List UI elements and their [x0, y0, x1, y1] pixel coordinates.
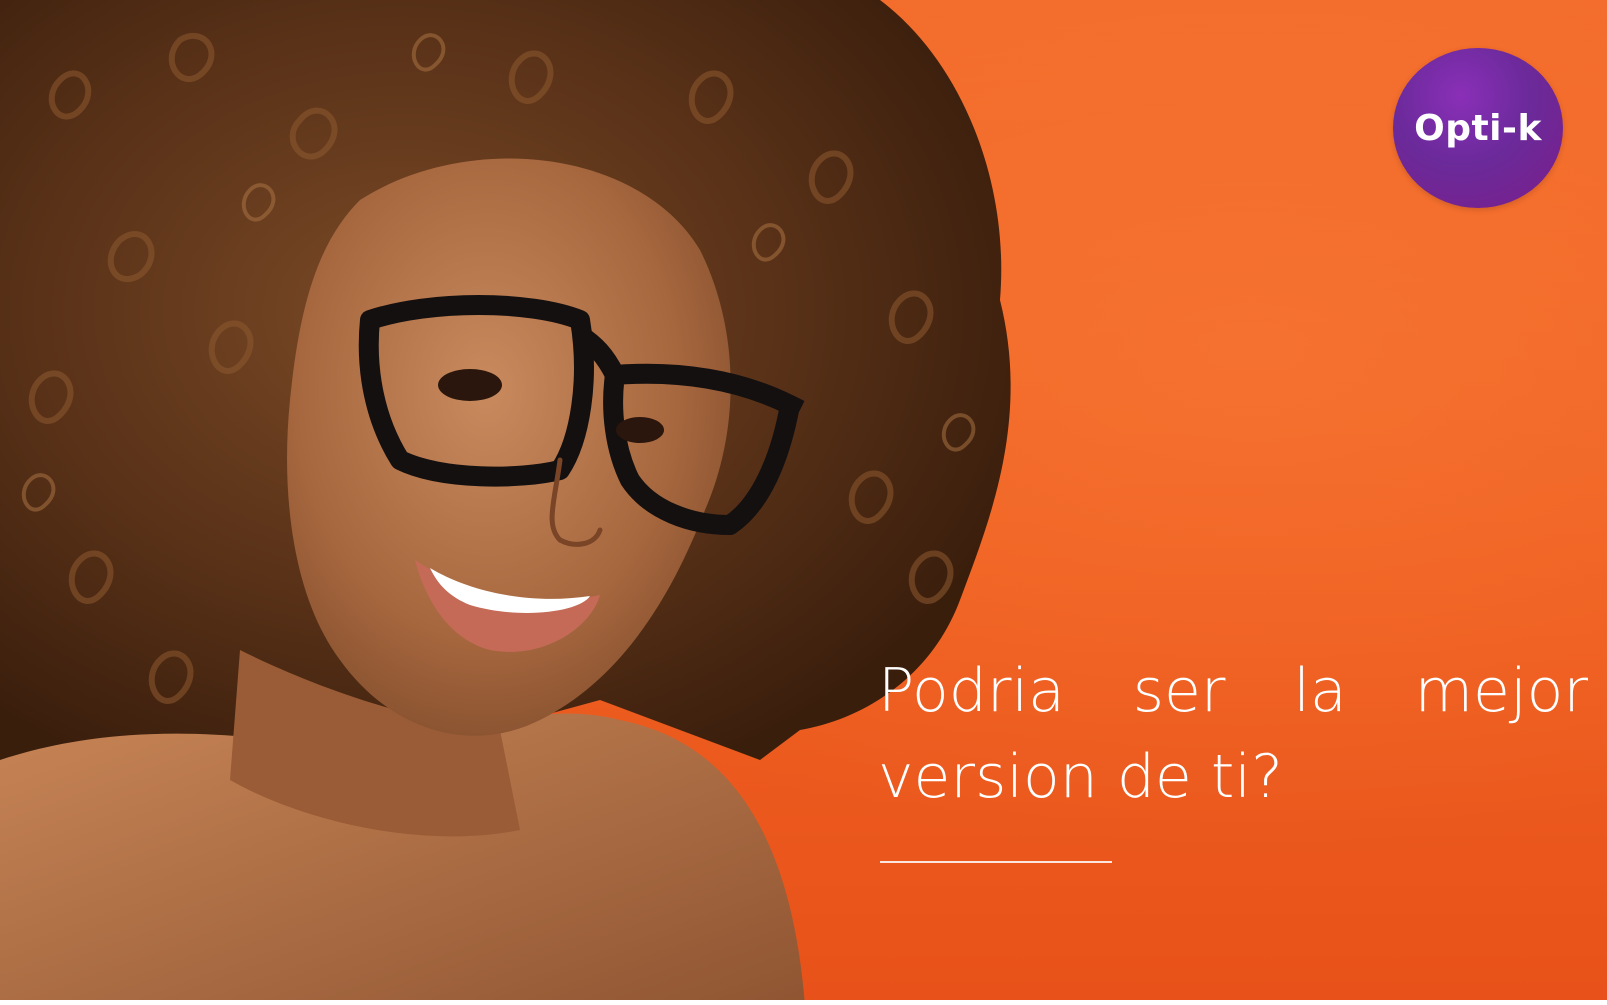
- hero-banner: Opti-k Podria ser la mejor version de ti…: [0, 0, 1607, 1005]
- headline-word: Podria: [878, 656, 1065, 726]
- portrait-photo: [0, 0, 1011, 1005]
- headline-word: mejor: [1414, 656, 1588, 726]
- logo-text: Opti-k: [1414, 107, 1542, 149]
- headline: Podria ser la mejor version de ti?: [878, 648, 1590, 820]
- opti-k-logo[interactable]: Opti-k: [1393, 48, 1563, 208]
- headline-word: ser: [1132, 656, 1226, 726]
- headline-line-1: Podria ser la mejor: [878, 648, 1588, 734]
- headline-word: la: [1293, 656, 1347, 726]
- bottom-border: [0, 1000, 1607, 1005]
- headline-divider: [880, 861, 1112, 863]
- headline-line-2: version de ti?: [878, 742, 1283, 812]
